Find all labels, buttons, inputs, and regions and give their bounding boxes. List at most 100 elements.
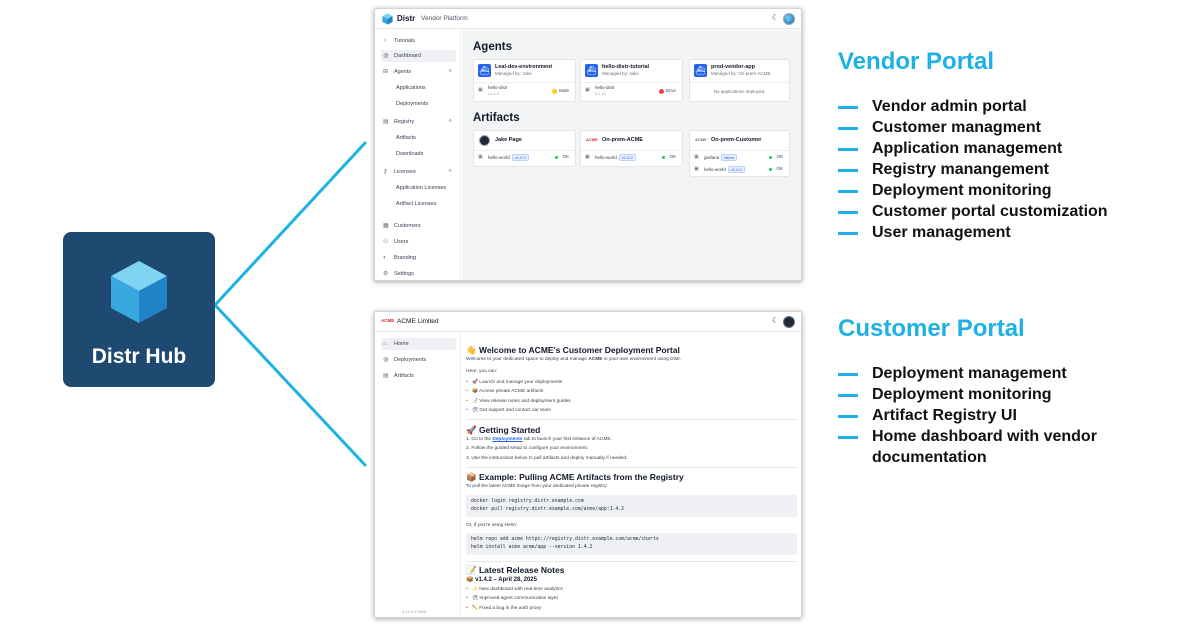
docker-icon: ⛴ <box>694 64 707 77</box>
welcome-text-part: in your own environment using Distr. <box>602 357 682 362</box>
divider <box>581 82 682 83</box>
agent-card[interactable]: ⛴ hello-distr-tutorial Managed by: Jake … <box>580 59 683 102</box>
vendor-sidebar: ♀ Tutorials ◍ Dashboard ⊞ Agents ˄ Applicati… <box>375 30 461 280</box>
sidebar-item-users[interactable]: ⚇ Users <box>381 236 456 248</box>
sidebar-item-deployments[interactable]: ◍ Deployments <box>381 354 456 366</box>
sidebar-item-home[interactable]: ⌂ Home <box>381 338 456 350</box>
sidebar-item-artifact-licenses[interactable]: Artifact Licenses <box>381 198 456 210</box>
avatar[interactable] <box>783 316 795 328</box>
sidebar-item-settings[interactable]: ⚙ Settings <box>381 268 456 280</box>
example-heading: 📦 Example: Pulling ACME Artifacts from t… <box>466 472 684 482</box>
sidebar-item-dashboard[interactable]: ◍ Dashboard <box>381 50 456 62</box>
artifact-row[interactable]: ▣ hello-world v1.0.0 OK <box>585 153 678 162</box>
sidebar-item-applications[interactable]: Applications <box>381 82 456 94</box>
list-item: 📦 Access private ACME artifacts <box>466 389 543 394</box>
home-icon: ⌂ <box>383 341 387 347</box>
vendor-dashboard-main: Agents ⛴ Leal-dev-environment Managed by… <box>462 30 801 280</box>
sidebar-item-branding[interactable]: ◐ Branding <box>381 252 456 264</box>
distr-hub-box: Distr Hub <box>63 232 215 387</box>
divider <box>474 82 575 83</box>
divider <box>466 419 797 420</box>
status-dot <box>769 167 773 171</box>
getting-started-heading: 🚀 Getting Started <box>466 425 541 435</box>
step-3: 3. Use the instructions below to pull ar… <box>466 456 628 461</box>
sidebar-item-registry[interactable]: ▤ Registry ˄ <box>381 116 456 128</box>
sidebar-item-label: Applications <box>396 85 426 91</box>
sidebar-item-label: Registry <box>394 119 415 125</box>
divider <box>581 150 682 151</box>
sidebar-item-label: Deployments <box>396 101 429 107</box>
helm-code-block[interactable]: helm repo add acme https://registry.dist… <box>466 533 797 555</box>
sidebar-item-application-licenses[interactable]: Application Licenses <box>381 182 456 194</box>
artifact-row[interactable]: ▣ hello-world v1.0.0 OK <box>478 153 571 162</box>
agent-card[interactable]: ⛴ Leal-dev-environment Managed by: Jake … <box>473 59 576 102</box>
moon-icon[interactable]: ☾ <box>772 316 779 325</box>
dash-bullet <box>838 169 858 172</box>
feature-text: Deployment management <box>872 365 1067 382</box>
artifact-name-text: hello-world <box>704 167 726 172</box>
artifact-row[interactable]: ▣ hello-world v1.0.0 OK <box>694 165 785 174</box>
dash-bullet <box>838 106 858 109</box>
sidebar-item-deployments[interactable]: Deployments <box>381 98 456 110</box>
docker-code-block[interactable]: docker login registry.distr.example.com … <box>466 495 797 517</box>
sidebar-item-artifacts[interactable]: Artifacts <box>381 132 456 144</box>
package-icon: ▣ <box>694 154 699 160</box>
customer-sidebar: ⌂ Home ◍ Deployments ▤ Artifacts 1.11.0-0.1… <box>375 333 461 617</box>
artifact-card[interactable]: ACME On-prem-Customer ▣ grafana latest OK… <box>689 130 790 177</box>
status-dot <box>662 155 666 159</box>
status-text: Error <box>666 88 676 93</box>
sidebar-item-label: Deployments <box>394 357 427 363</box>
version-tag: v1.0.0 <box>727 166 745 173</box>
avatar[interactable] <box>783 13 795 25</box>
chevron-up-icon: ˄ <box>448 169 452 175</box>
artifact-card[interactable]: Jake Page ▣ hello-world v1.0.0 OK <box>473 130 576 167</box>
artifact-name-text: hello-world <box>595 155 617 160</box>
version-tag: latest <box>721 154 737 161</box>
agents-icon: ⊞ <box>383 69 389 75</box>
welcome-heading: 👋 Welcome to ACME's Customer Deployment … <box>466 345 680 355</box>
status-dot <box>551 88 557 94</box>
sidebar-item-artifacts[interactable]: ▤ Artifacts <box>381 370 456 382</box>
vendor-brand: Distr <box>397 14 416 23</box>
app-icon: ▣ <box>478 87 483 93</box>
acme-logo: ACME <box>381 318 395 323</box>
status-badge: OK <box>769 154 783 159</box>
app-name: hello-distr <box>595 85 615 90</box>
sidebar-item-agents[interactable]: ⊞ Agents ˄ <box>381 66 456 78</box>
status-badge: Stale <box>551 88 569 94</box>
sidebar-item-label: Application Licenses <box>396 185 447 191</box>
artifact-name-text: grafana <box>704 155 720 160</box>
sidebar-item-licenses[interactable]: ⚷ Licenses ˄ <box>381 166 456 178</box>
sidebar-item-tutorials[interactable]: ♀ Tutorials <box>381 35 456 47</box>
hub-label: Distr Hub <box>91 345 187 368</box>
artifact-name: hello-world v1.0.0 <box>595 154 636 161</box>
artifact-card[interactable]: ACME On-prem-ACME ▣ hello-world v1.0.0 OK <box>580 130 683 167</box>
app-version: 0.1.10 <box>595 91 607 96</box>
registry-icon: ▤ <box>383 119 389 125</box>
agent-card[interactable]: ⛴ prod-vendor-app Managed by: On-prem-AC… <box>689 59 790 102</box>
status-dot <box>769 155 773 159</box>
status-text: OK <box>562 154 569 159</box>
sidebar-item-label: Branding <box>394 255 417 261</box>
cube-logo-icon <box>111 261 167 323</box>
deployments-link[interactable]: Deployments <box>492 437 522 442</box>
sidebar-item-label: Users <box>394 239 409 245</box>
dash-bullet <box>838 415 858 418</box>
version-footer: 1.11.0-0.16f4f <box>402 609 427 614</box>
artifact-row[interactable]: ▣ grafana latest OK <box>694 153 785 162</box>
feature-text: Deployment monitoring <box>872 386 1052 403</box>
deployment-row[interactable]: ▣ hello-distr v1.0.0 Stale <box>478 85 571 99</box>
sidebar-item-label: Tutorials <box>394 38 415 44</box>
release-version: 📦 v1.4.2 – April 28, 2025 <box>466 577 537 583</box>
users-icon: ⚇ <box>383 239 389 245</box>
moon-icon[interactable]: ☾ <box>772 13 779 22</box>
customer-portal-screenshot: ACME ACME Limited ☾ ⌂ Home ◍ Deployments ▤… <box>374 311 802 618</box>
status-text: Stale <box>558 88 569 93</box>
sidebar-item-customers[interactable]: ▦ Customers <box>381 220 456 232</box>
deployment-row[interactable]: ▣ hello-distr 0.1.10 Error <box>585 85 678 99</box>
app-icon: ▣ <box>585 87 590 93</box>
status-badge: OK <box>662 154 676 159</box>
artifacts-heading: Artifacts <box>473 112 520 124</box>
sidebar-item-downloads[interactable]: Downloads <box>381 148 456 160</box>
status-badge: OK <box>555 154 569 159</box>
